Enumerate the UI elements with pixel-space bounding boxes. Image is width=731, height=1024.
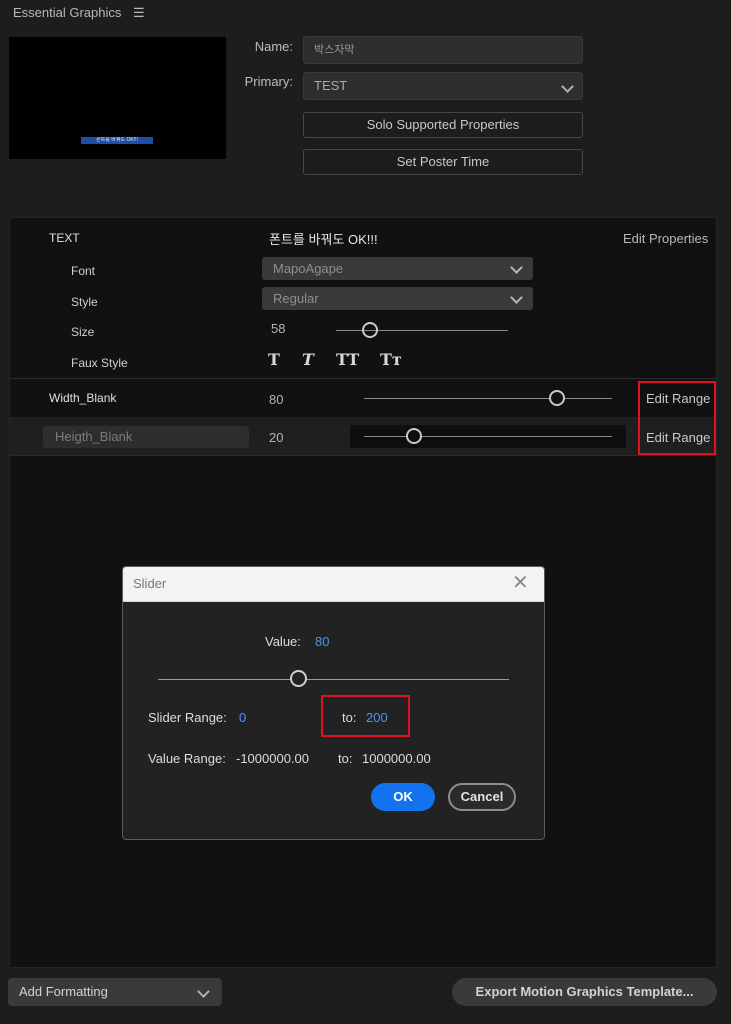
chevron-down-icon bbox=[510, 261, 523, 274]
chevron-down-icon bbox=[510, 291, 523, 304]
width-blank-value[interactable]: 80 bbox=[269, 392, 283, 407]
text-layer-label: TEXT bbox=[49, 231, 80, 245]
name-field[interactable]: 박스자막 bbox=[303, 36, 583, 64]
dialog-titlebar: Slider ✕ bbox=[123, 567, 544, 602]
panel-title: Essential Graphics bbox=[13, 5, 122, 20]
faux-bold-icon[interactable]: T bbox=[268, 350, 280, 369]
width-slider-track bbox=[364, 398, 612, 399]
small-caps-icon[interactable]: Tт bbox=[380, 350, 402, 369]
value-range-from: -1000000.00 bbox=[236, 751, 310, 766]
edit-range-highlight bbox=[638, 381, 716, 455]
heigth-blank-name-field[interactable]: Heigth_Blank bbox=[43, 426, 249, 448]
value-range-to: 1000000.00 bbox=[362, 751, 431, 766]
faux-style-label: Faux Style bbox=[71, 356, 128, 370]
dialog-slider-thumb[interactable] bbox=[289, 670, 307, 687]
set-poster-time-button[interactable]: Set Poster Time bbox=[303, 149, 583, 175]
heigth-slider-thumb[interactable] bbox=[405, 428, 422, 444]
cancel-button[interactable]: Cancel bbox=[448, 783, 516, 811]
heigth-slider-track bbox=[364, 436, 612, 437]
value-range-label: Value Range: bbox=[148, 751, 226, 766]
ok-button[interactable]: OK bbox=[371, 783, 435, 811]
width-blank-label: Width_Blank bbox=[49, 391, 117, 405]
preview-caption: 폰트를 바꿔도 OK!!! bbox=[81, 137, 153, 144]
slider-range-from-field[interactable]: 0 bbox=[239, 710, 246, 725]
export-motion-graphics-template-button[interactable]: Export Motion Graphics Template... bbox=[452, 978, 717, 1006]
primary-select-value: TEST bbox=[314, 78, 348, 93]
value-range-to-label: to: bbox=[338, 751, 353, 766]
size-label: Size bbox=[71, 325, 95, 339]
solo-supported-properties-button[interactable]: Solo Supported Properties bbox=[303, 112, 583, 138]
chevron-down-icon bbox=[197, 985, 210, 998]
style-label: Style bbox=[71, 295, 98, 309]
font-dropdown-value: MapoAgape bbox=[273, 261, 344, 276]
all-caps-icon[interactable]: TT bbox=[336, 350, 359, 369]
font-label: Font bbox=[71, 264, 96, 278]
add-formatting-dropdown[interactable]: Add Formatting bbox=[8, 978, 222, 1006]
slider-range-label: Slider Range: bbox=[148, 710, 227, 725]
panel-menu-icon[interactable]: ☰ bbox=[133, 5, 145, 21]
font-dropdown[interactable]: MapoAgape bbox=[262, 257, 533, 280]
primary-label: Primary: bbox=[244, 74, 293, 89]
slider-dialog: Slider ✕ Value: 80 Slider Range: 0 to: 2… bbox=[122, 566, 545, 840]
add-formatting-label: Add Formatting bbox=[19, 984, 108, 999]
close-icon[interactable]: ✕ bbox=[512, 571, 529, 595]
chevron-down-icon bbox=[561, 80, 574, 93]
value-field[interactable]: 80 bbox=[315, 634, 329, 649]
style-dropdown-value: Regular bbox=[273, 291, 319, 306]
edit-properties-link[interactable]: Edit Properties bbox=[623, 231, 708, 246]
divider bbox=[10, 455, 716, 456]
divider bbox=[10, 378, 716, 379]
primary-select[interactable]: TEST bbox=[303, 72, 583, 100]
value-label: Value: bbox=[265, 634, 301, 649]
graphic-preview: 폰트를 바꿔도 OK!!! bbox=[9, 37, 226, 159]
style-dropdown[interactable]: Regular bbox=[262, 287, 533, 310]
dialog-slider-track bbox=[158, 679, 509, 680]
size-value[interactable]: 58 bbox=[271, 321, 285, 336]
heigth-blank-value[interactable]: 20 bbox=[269, 430, 283, 445]
slider-range-to-field[interactable]: 200 bbox=[366, 710, 388, 725]
dialog-title: Slider bbox=[133, 576, 167, 591]
faux-italic-icon[interactable]: T bbox=[302, 350, 314, 369]
text-value[interactable]: 폰트를 바꿔도 OK!!! bbox=[269, 229, 378, 248]
name-label: Name: bbox=[254, 39, 293, 54]
slider-range-to-label: to: bbox=[342, 710, 357, 725]
